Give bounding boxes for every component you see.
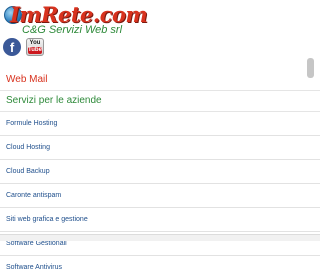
submenu-item-cloud-hosting[interactable]: Cloud Hosting xyxy=(0,135,320,159)
menu-item-servizi-aziende[interactable]: Servizi per le aziende xyxy=(0,91,320,112)
submenu-item-caronte-antispam[interactable]: Caronte antispam xyxy=(0,183,320,207)
submenu-item-software-antivirus[interactable]: Software Antivirus xyxy=(0,255,320,279)
youtube-icon[interactable]: You Tube xyxy=(26,38,44,56)
main-menu: Web Mail Servizi per le aziende Formule … xyxy=(0,70,320,279)
menu-item-web-mail[interactable]: Web Mail xyxy=(0,70,320,91)
youtube-tube-text: Tube xyxy=(28,47,42,54)
submenu-item-siti-web[interactable]: Siti web grafica e gestione xyxy=(0,207,320,231)
youtube-you-text: You xyxy=(29,40,41,46)
site-logo[interactable]: ImRete.com C&G Servizi Web srl xyxy=(4,2,154,36)
submenu-item-cloud-backup[interactable]: Cloud Backup xyxy=(0,159,320,183)
facebook-icon[interactable]: f xyxy=(3,38,21,56)
submenu-item-formule-hosting[interactable]: Formule Hosting xyxy=(0,112,320,135)
submenu-servizi: Formule Hosting Cloud Hosting Cloud Back… xyxy=(0,112,320,279)
site-header: ImRete.com C&G Servizi Web srl f You Tub… xyxy=(0,0,320,64)
logo-subtitle: C&G Servizi Web srl xyxy=(22,24,123,36)
